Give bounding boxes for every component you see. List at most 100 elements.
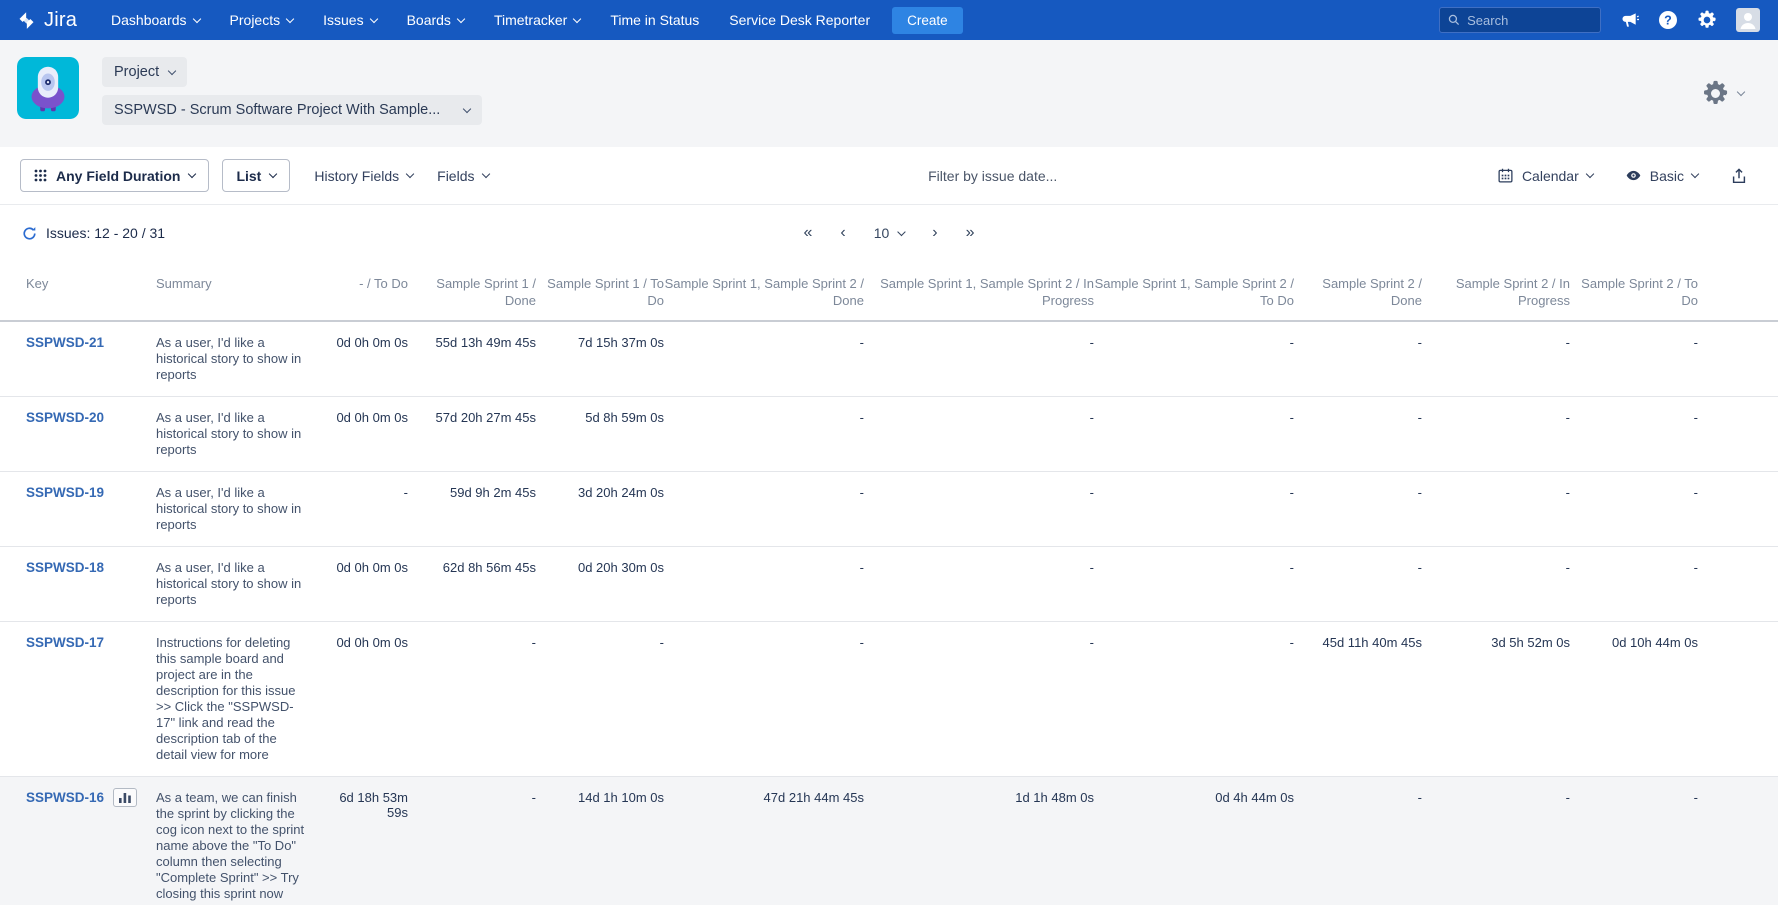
create-button[interactable]: Create	[892, 7, 963, 34]
page-size-select[interactable]: 10	[874, 225, 905, 241]
fields-button[interactable]: Fields	[437, 168, 488, 184]
nav-item-service-desk-reporter[interactable]: Service Desk Reporter	[729, 12, 870, 28]
issue-key-link[interactable]: SSPWSD-21	[26, 335, 104, 350]
scope-select-label: Project	[114, 64, 159, 80]
table-row: SSPWSD-17 Instructions for deleting this …	[0, 622, 1778, 777]
top-nav-menu: Dashboards Projects Issues Boards Timetracke…	[111, 12, 870, 28]
nav-item-timetracker[interactable]: Timetracker	[494, 12, 580, 28]
duration-cell: -	[1094, 321, 1294, 397]
duration-cell: -	[664, 622, 864, 777]
duration-cell: -	[664, 397, 864, 472]
issue-key-link[interactable]: SSPWSD-18	[26, 560, 104, 575]
duration-cell: 6d 18h 53m 59s	[316, 777, 408, 905]
history-fields-label: History Fields	[314, 168, 399, 184]
chevron-down-icon	[192, 14, 200, 22]
history-fields-button[interactable]: History Fields	[314, 168, 413, 184]
table-body: SSPWSD-21 As a user, I'd like a historica…	[0, 321, 1778, 905]
scope-select-button[interactable]: Project	[102, 57, 187, 87]
duration-cell: 45d 11h 40m 45s	[1294, 622, 1422, 777]
help-icon[interactable]: ?	[1658, 10, 1678, 30]
duration-cell: -	[864, 321, 1094, 397]
calendar-label: Calendar	[1522, 168, 1579, 184]
settings-gear-icon[interactable]	[1697, 10, 1717, 30]
column-header: Sample Sprint 1 / To Do	[536, 261, 664, 321]
report-settings-button[interactable]	[1702, 80, 1744, 107]
issue-date-filter[interactable]: Filter by issue date...	[489, 168, 1497, 184]
chevron-down-icon	[269, 170, 277, 178]
calendar-button[interactable]: Calendar	[1497, 167, 1593, 184]
duration-cell: -	[1094, 397, 1294, 472]
nav-item-boards[interactable]: Boards	[407, 12, 464, 28]
chart-button[interactable]	[113, 788, 137, 807]
user-avatar[interactable]	[1736, 8, 1760, 32]
calendar-icon	[1497, 167, 1514, 184]
issue-key-link[interactable]: SSPWSD-17	[26, 635, 104, 650]
table-row: SSPWSD-18As a user, I'd like a historica…	[0, 547, 1778, 622]
jira-logo[interactable]: Jira	[16, 9, 77, 32]
project-select-label: SSPWSD - Scrum Software Project With Sam…	[114, 102, 440, 118]
logo-text: Jira	[44, 9, 77, 32]
project-avatar[interactable]	[17, 57, 79, 119]
pagination-prev-button[interactable]: ‹	[840, 224, 845, 242]
duration-cell: 3d 5h 52m 0s	[1422, 622, 1570, 777]
nav-item-dashboards[interactable]: Dashboards	[111, 12, 200, 28]
table-header-row: KeySummary- / To DoSample Sprint 1 / Don…	[0, 261, 1778, 321]
summary-cell: As a user, I'd like a historical story t…	[156, 472, 316, 547]
nav-item-time-in-status[interactable]: Time in Status	[610, 12, 699, 28]
duration-cell: 0d 0h 0m 0s	[316, 397, 408, 472]
duration-cell: -	[316, 472, 408, 547]
duration-cell: 0d 0h 0m 0s	[316, 622, 408, 777]
summary-cell: As a user, I'd like a historical story t…	[156, 397, 316, 472]
view-mode-button[interactable]: Basic	[1625, 167, 1698, 184]
summary-cell: Instructions for deleting this sample bo…	[156, 622, 316, 777]
pagination-next-button[interactable]: ›	[932, 224, 937, 242]
issue-key-link[interactable]: SSPWSD-16	[26, 790, 104, 805]
nav-item-projects[interactable]: Projects	[230, 12, 294, 28]
export-button[interactable]	[1730, 167, 1748, 185]
pagination-last-button[interactable]: »	[966, 224, 975, 242]
search-input[interactable]	[1467, 13, 1592, 28]
duration-cell: -	[864, 622, 1094, 777]
project-select-button[interactable]: SSPWSD - Scrum Software Project With Sam…	[102, 95, 482, 125]
field-duration-button[interactable]: Any Field Duration	[20, 159, 209, 192]
duration-cell: -	[864, 397, 1094, 472]
table-row: SSPWSD-20 As a user, I'd like a historica…	[0, 397, 1778, 472]
nav-item-issues[interactable]: Issues	[323, 12, 376, 28]
duration-cell: -	[1422, 547, 1570, 622]
duration-cell: -	[1422, 472, 1570, 547]
announcements-icon[interactable]	[1620, 11, 1639, 30]
summary-cell: As a team, we can finish the sprint by c…	[156, 777, 316, 905]
issue-key-link[interactable]: SSPWSD-20	[26, 410, 104, 425]
column-header: Key	[0, 261, 156, 321]
pagination-first-button[interactable]: «	[803, 224, 812, 242]
fields-label: Fields	[437, 168, 474, 184]
view-type-button[interactable]: List	[222, 159, 290, 192]
column-header: Sample Sprint 1, Sample Sprint 2 / Done	[664, 261, 864, 321]
column-header: Sample Sprint 2 / Done	[1294, 261, 1422, 321]
chevron-down-icon	[1586, 170, 1594, 178]
bar-chart-icon	[118, 792, 132, 804]
page-size-value: 10	[874, 225, 890, 241]
search-icon	[1448, 13, 1460, 27]
duration-cell: -	[1570, 777, 1698, 905]
summary-cell: As a user, I'd like a historical story t…	[156, 321, 316, 397]
duration-cell: -	[664, 547, 864, 622]
duration-cell: 7d 15h 37m 0s	[536, 321, 664, 397]
duration-cell: 62d 8h 56m 45s	[408, 547, 536, 622]
duration-cell: 0d 0h 0m 0s	[316, 321, 408, 397]
duration-cell: -	[1570, 547, 1698, 622]
duration-cell: -	[664, 321, 864, 397]
duration-cell: 0d 4h 44m 0s	[1094, 777, 1294, 905]
duration-cell: -	[1294, 472, 1422, 547]
duration-cell: -	[1294, 321, 1422, 397]
chevron-down-icon	[1737, 88, 1745, 96]
chevron-down-icon	[188, 170, 196, 178]
issue-key-link[interactable]: SSPWSD-19	[26, 485, 104, 500]
svg-text:?: ?	[1664, 13, 1672, 27]
table-row: SSPWSD-19 As a user, I'd like a historica…	[0, 472, 1778, 547]
column-header: Sample Sprint 1 / Done	[408, 261, 536, 321]
refresh-button[interactable]	[22, 226, 37, 241]
view-mode-label: Basic	[1650, 168, 1684, 184]
column-header: Sample Sprint 1, Sample Sprint 2 / To Do	[1094, 261, 1294, 321]
refresh-icon	[22, 226, 37, 241]
